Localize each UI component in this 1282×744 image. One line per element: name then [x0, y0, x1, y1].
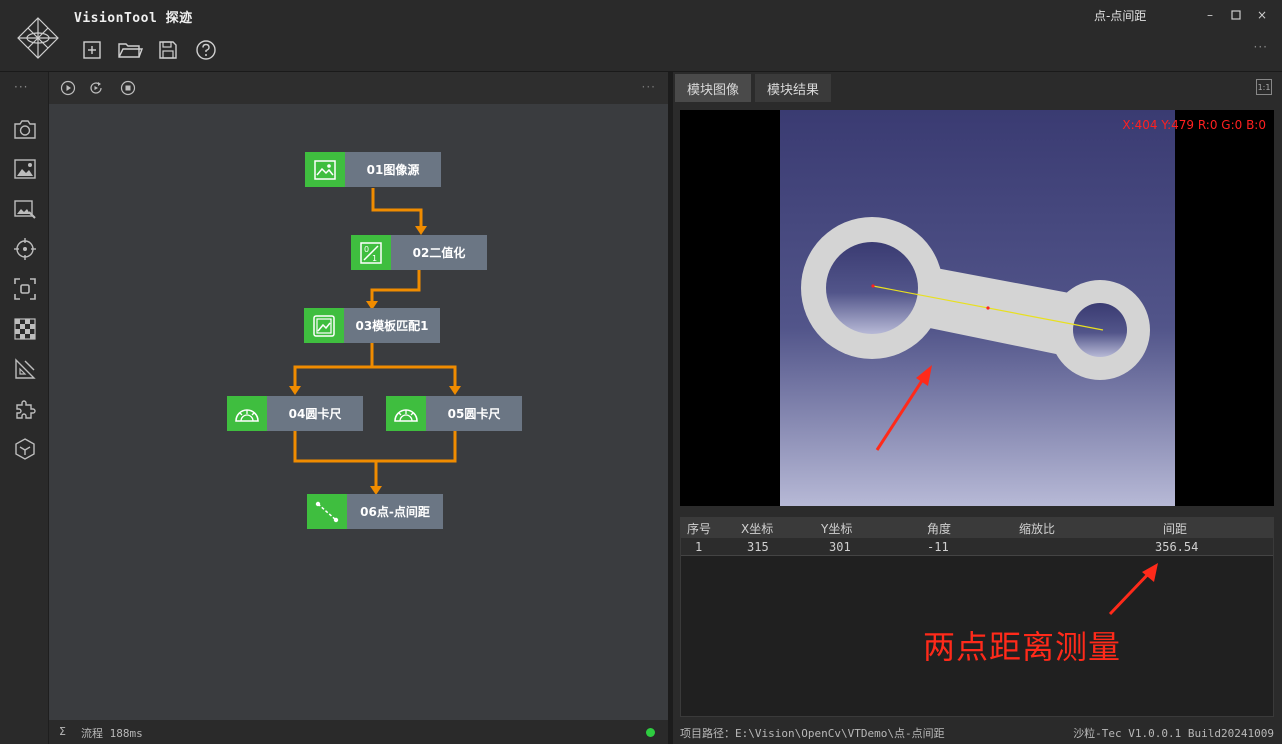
- actual-size-icon[interactable]: 1:1: [1256, 79, 1272, 95]
- image-source-icon[interactable]: [12, 156, 38, 182]
- node-label: 01图像源: [345, 152, 441, 187]
- node-label: 04圆卡尺: [267, 396, 363, 431]
- close-icon[interactable]: ×: [1252, 5, 1272, 25]
- save-icon[interactable]: [154, 37, 182, 63]
- sidebar-more-icon[interactable]: ···: [14, 80, 28, 94]
- minimize-icon[interactable]: –: [1200, 5, 1220, 25]
- svg-text:1: 1: [372, 254, 377, 263]
- help-icon[interactable]: [192, 37, 220, 63]
- column-header: 角度: [927, 522, 952, 536]
- column-header: Y坐标: [821, 522, 853, 536]
- node-label: 03模板匹配1: [344, 308, 440, 343]
- camera-icon[interactable]: [12, 116, 38, 142]
- stop-icon[interactable]: [119, 79, 137, 97]
- status-ok-indicator: [646, 728, 655, 737]
- main-toolbar: [78, 37, 220, 63]
- distance-icon: [307, 494, 347, 529]
- flow-node-02[interactable]: 01 02二值化: [351, 235, 487, 270]
- flow-canvas[interactable]: 01图像源 01 02二值化 03模板匹配1 04圆卡尺 05圆卡尺 06点-点…: [49, 104, 668, 720]
- project-name: 点-点间距: [1094, 9, 1147, 23]
- checker-icon[interactable]: [12, 316, 38, 342]
- panel-splitter[interactable]: [668, 72, 673, 744]
- flow-node-04[interactable]: 04圆卡尺: [227, 396, 363, 431]
- version-info: 沙粒-Tec V1.0.0.1 Build20241009: [1073, 727, 1274, 740]
- inspection-image: [780, 110, 1175, 506]
- tab-module-image[interactable]: 模块图像: [675, 74, 752, 102]
- tool-sidebar: ···: [0, 72, 49, 744]
- focus-frame-icon[interactable]: [12, 276, 38, 302]
- flow-toolbar: ···: [49, 72, 668, 104]
- column-header: X坐标: [741, 522, 774, 536]
- table-cell: 356.54: [1155, 540, 1199, 554]
- annotation-label: 两点距离测量: [923, 628, 1122, 666]
- binarize-icon: 01: [351, 235, 391, 270]
- node-label: 02二值化: [391, 235, 487, 270]
- new-icon[interactable]: [78, 37, 106, 63]
- status-bar: 项目路径：E:\Vision\OpenCv\VTDemo\点-点间距 沙粒-Te…: [673, 720, 1282, 744]
- table-header: 序号 X坐标 Y坐标 角度 缩放比 间距: [681, 518, 1273, 538]
- table-cell: -11: [927, 540, 949, 554]
- run-once-icon[interactable]: [59, 79, 77, 97]
- table-cell: 315: [747, 540, 769, 554]
- image-viewer[interactable]: X:404 Y:479 R:0 G:0 B:0: [680, 110, 1274, 506]
- caliper-icon: [227, 396, 267, 431]
- title-bar: VisionTool 探迹 点-点间距 – × ···: [0, 0, 1282, 72]
- run-loop-icon[interactable]: [87, 79, 105, 97]
- open-icon[interactable]: [116, 37, 144, 63]
- template-match-icon: [304, 308, 344, 343]
- flow-node-06[interactable]: 06点-点间距: [307, 494, 443, 529]
- puzzle-icon[interactable]: [12, 396, 38, 422]
- table-cell: 301: [829, 540, 851, 554]
- flow-run-time: 流程 188ms: [81, 727, 143, 740]
- sigma-icon: Σ: [59, 725, 66, 738]
- column-header: 缩放比: [1019, 522, 1056, 536]
- app-title: VisionTool 探迹: [74, 11, 193, 26]
- table-cell: 1: [695, 540, 703, 554]
- column-header: 间距: [1163, 522, 1188, 536]
- result-tabs: 模块图像 模块结果 1:1: [673, 72, 1282, 102]
- project-path: 项目路径：E:\Vision\OpenCv\VTDemo\点-点间距: [680, 727, 945, 740]
- flow-node-01[interactable]: 01图像源: [305, 152, 441, 187]
- maximize-icon[interactable]: [1226, 5, 1246, 25]
- column-header: 序号: [687, 522, 712, 536]
- annotation-arrow: [1108, 563, 1158, 616]
- table-row[interactable]: 1 315 301 -11 356.54: [681, 538, 1273, 556]
- caliper-icon: [386, 396, 426, 431]
- node-label: 05圆卡尺: [426, 396, 522, 431]
- target-locate-icon[interactable]: [12, 236, 38, 262]
- top-more-icon[interactable]: ···: [1254, 40, 1268, 54]
- flow-more-icon[interactable]: ···: [642, 80, 656, 94]
- tab-module-result[interactable]: 模块结果: [755, 74, 832, 102]
- image-edit-icon[interactable]: [12, 196, 38, 222]
- window-controls: – ×: [1200, 5, 1272, 25]
- flow-node-05[interactable]: 05圆卡尺: [386, 396, 522, 431]
- node-label: 06点-点间距: [347, 494, 443, 529]
- ruler-triangle-icon[interactable]: [12, 356, 38, 382]
- cube-icon[interactable]: [12, 436, 38, 462]
- image-icon: [305, 152, 345, 187]
- result-table: 序号 X坐标 Y坐标 角度 缩放比 间距 1 315 301 -11 356.5…: [680, 517, 1274, 717]
- pixel-readout: X:404 Y:479 R:0 G:0 B:0: [1122, 118, 1266, 132]
- flow-node-03[interactable]: 03模板匹配1: [304, 308, 440, 343]
- svg-text:0: 0: [364, 245, 369, 254]
- app-logo-icon: [17, 17, 59, 59]
- flow-status-bar: Σ 流程 188ms: [49, 720, 668, 744]
